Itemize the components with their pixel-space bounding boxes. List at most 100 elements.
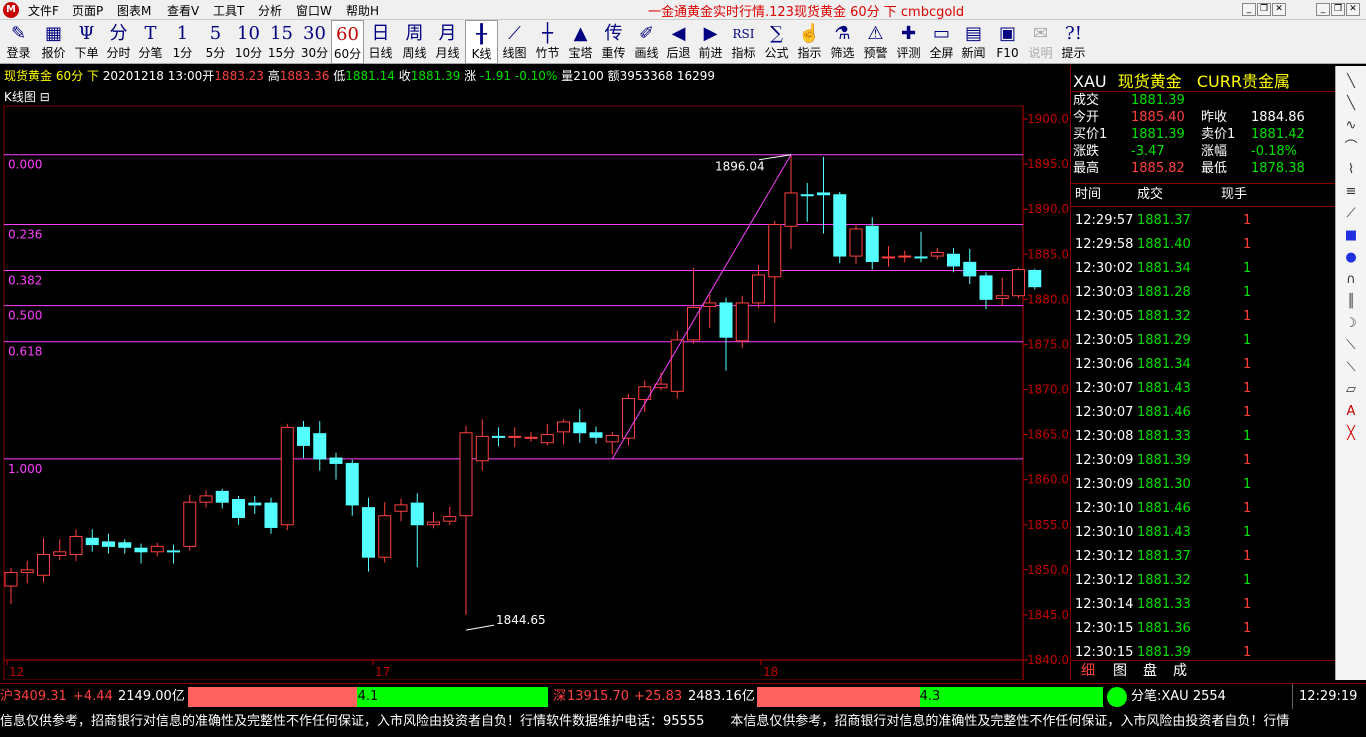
candle-body — [1012, 269, 1025, 297]
candle-body — [37, 554, 50, 576]
draw-wave-icon[interactable]: ∿ — [1336, 116, 1366, 136]
kline-chart[interactable]: K线图 ⊟ 1900.0 1895.0 1890.0 1885.0 1880.0 1875… — [0, 86, 1070, 680]
toolbar-icon-25: ⚗ — [834, 23, 851, 44]
toolbar-button-17[interactable]: ▲ 宝塔 — [564, 20, 597, 64]
menu-window[interactable]: 窗口W — [296, 2, 332, 19]
menu-file[interactable]: 文件F — [28, 2, 59, 19]
draw-channel-icon[interactable]: ⌇ — [1336, 160, 1366, 180]
toolbar-button-12[interactable]: 周周线 — [398, 20, 431, 64]
toolbar-button-31[interactable]: ✉ 说明 — [1024, 20, 1057, 64]
toolbar-button-6[interactable]: 5 5分 — [199, 20, 232, 64]
toolbar-button-5[interactable]: 1 1分 — [166, 20, 199, 64]
toolbar-button-2[interactable]: Ψ 下单 — [70, 20, 103, 64]
draw-ellipse-icon[interactable]: ● — [1336, 248, 1366, 268]
toolbar-button-15[interactable]: ⟋ 线图 — [498, 20, 531, 64]
draw-line-icon[interactable]: ╲ — [1336, 72, 1366, 92]
toolbar-icon-32: ?! — [1065, 23, 1082, 44]
restore-button[interactable]: ❐ — [1331, 3, 1345, 16]
draw-ray-icon[interactable]: ╲ — [1336, 94, 1366, 114]
toolbar-button-28[interactable]: ▭ 全屏 — [925, 20, 958, 64]
toolbar-button-7[interactable]: 10 10分 — [232, 20, 265, 64]
toolbar-button-18[interactable]: 传重传 — [597, 20, 630, 64]
tab-trades[interactable]: 成 — [1173, 661, 1187, 681]
y-tick-label: 1870.0 — [1027, 383, 1069, 397]
candle-body — [735, 302, 749, 342]
toolbar-button-0[interactable]: ✎ 登录 — [2, 20, 35, 64]
toolbar-button-11[interactable]: 日日线 — [364, 20, 397, 64]
toolbar-button-10[interactable]: 60 60分 — [331, 20, 364, 64]
toolbar-label-23: 公式 — [764, 46, 789, 60]
toolbar-icon-24: ☝ — [798, 23, 821, 44]
tick-t: 12:30:05 — [1075, 333, 1134, 348]
ticks-list[interactable]: 12:29:57 1881.37 1 12:29:58 1881.40 1 12:30:02… — [1071, 209, 1335, 661]
tab-book[interactable]: 盘 — [1143, 661, 1157, 681]
tick-row: 12:30:02 1881.34 1 — [1071, 257, 1335, 281]
close-button[interactable]: ✕ — [1346, 3, 1360, 16]
minimize-button[interactable]: _ — [1316, 3, 1330, 16]
draw-arc-icon[interactable]: ⌒ — [1336, 138, 1366, 158]
menu-help[interactable]: 帮助H — [346, 2, 379, 19]
tick-row: 12:30:09 1881.39 1 — [1071, 449, 1335, 473]
toolbar-button-8[interactable]: 15 15分 — [265, 20, 298, 64]
toolbar-button-13[interactable]: 月月线 — [431, 20, 464, 64]
candle-body — [882, 256, 895, 259]
toolbar-button-27[interactable]: ✚ 评测 — [892, 20, 925, 64]
draw-moon-icon[interactable]: ☽ — [1336, 314, 1366, 334]
draw-text-icon[interactable]: A — [1336, 402, 1366, 422]
tab-detail[interactable]: 细 — [1081, 661, 1095, 681]
toolbar-button-22[interactable]: RSI 指标 — [727, 20, 760, 64]
tick-p: 1881.46 — [1137, 501, 1191, 516]
toolbar-button-25[interactable]: ⚗ 筛选 — [826, 20, 859, 64]
toolbar-button-21[interactable]: ▶ 前进 — [694, 20, 727, 64]
toolbar-icon-21: ▶ — [703, 23, 718, 44]
tick-p: 1881.30 — [1137, 477, 1191, 492]
tab-chart[interactable]: 图 — [1113, 661, 1127, 681]
menu-tools[interactable]: 工具T — [213, 2, 244, 19]
tick-t: 12:30:15 — [1075, 645, 1134, 660]
candle-body — [589, 432, 603, 438]
toolbar-icon-28: ▭ — [932, 23, 950, 44]
toolbar-button-30[interactable]: ▣ F10 — [991, 20, 1024, 64]
tick-v: 1 — [1243, 573, 1252, 588]
quote-v2: -0.18% — [1251, 144, 1297, 159]
menu-view[interactable]: 查看V — [167, 2, 199, 19]
sz-ratio: 4.3 — [919, 689, 941, 704]
draw-arch-icon[interactable]: ∩ — [1336, 270, 1366, 290]
candle-body — [898, 255, 912, 258]
draw-period-icon[interactable]: ║ — [1336, 292, 1366, 312]
toolbar-button-23[interactable]: ∑ 公式 — [760, 20, 793, 64]
toolbar-button-3[interactable]: 分分时 — [102, 20, 135, 64]
draw-rect-icon[interactable]: ■ — [1336, 226, 1366, 246]
quote-v1: -3.47 — [1131, 144, 1165, 159]
candle-body — [817, 192, 830, 196]
inner-minimize-button[interactable]: _ — [1242, 3, 1256, 16]
draw-parallel-icon[interactable]: ≡ — [1336, 182, 1366, 202]
toolbar-button-9[interactable]: 30 30分 — [298, 20, 331, 64]
toolbar-icon-10: 60 — [336, 24, 359, 45]
tick-row: 12:30:15 1881.36 1 — [1071, 617, 1335, 641]
toolbar-label-32: 提示 — [1061, 46, 1086, 60]
menu-analysis[interactable]: 分析 — [258, 2, 282, 19]
toolbar-icon-26: ⚠ — [867, 23, 884, 44]
toolbar-button-4[interactable]: T 分笔 — [134, 20, 167, 64]
toolbar-button-29[interactable]: ▤ 新闻 — [957, 20, 990, 64]
inner-close-button[interactable]: ✕ — [1272, 3, 1286, 16]
menu-page[interactable]: 页面P — [72, 2, 103, 19]
toolbar-button-1[interactable]: ▦ 报价 — [37, 20, 70, 64]
draw-fan-icon[interactable]: ⟍ — [1336, 336, 1366, 356]
toolbar-button-20[interactable]: ◀ 后退 — [662, 20, 695, 64]
inner-restore-button[interactable]: ❐ — [1257, 3, 1271, 16]
toolbar-button-24[interactable]: ☝ 指示 — [793, 20, 826, 64]
draw-erase-icon[interactable]: ▱ — [1336, 380, 1366, 400]
toolbar-button-19[interactable]: ✐ 画线 — [630, 20, 663, 64]
draw-angle-icon[interactable]: ⟍ — [1336, 358, 1366, 378]
toolbar-button-26[interactable]: ⚠ 预警 — [859, 20, 892, 64]
tick-v: 1 — [1243, 357, 1252, 372]
toolbar-button-32[interactable]: ?! 提示 — [1057, 20, 1090, 64]
menu-chart[interactable]: 图表M — [117, 2, 151, 19]
draw-trend-icon[interactable]: ⟋ — [1336, 204, 1366, 224]
draw-cross-icon[interactable]: ╳ — [1336, 424, 1366, 444]
toolbar-button-16[interactable]: ┼ 竹节 — [531, 20, 564, 64]
toolbar-button-14[interactable]: ╂ K线 — [465, 20, 498, 64]
kline-svg[interactable]: 1900.0 1895.0 1890.0 1885.0 1880.0 1875.0 1870… — [0, 86, 1070, 680]
